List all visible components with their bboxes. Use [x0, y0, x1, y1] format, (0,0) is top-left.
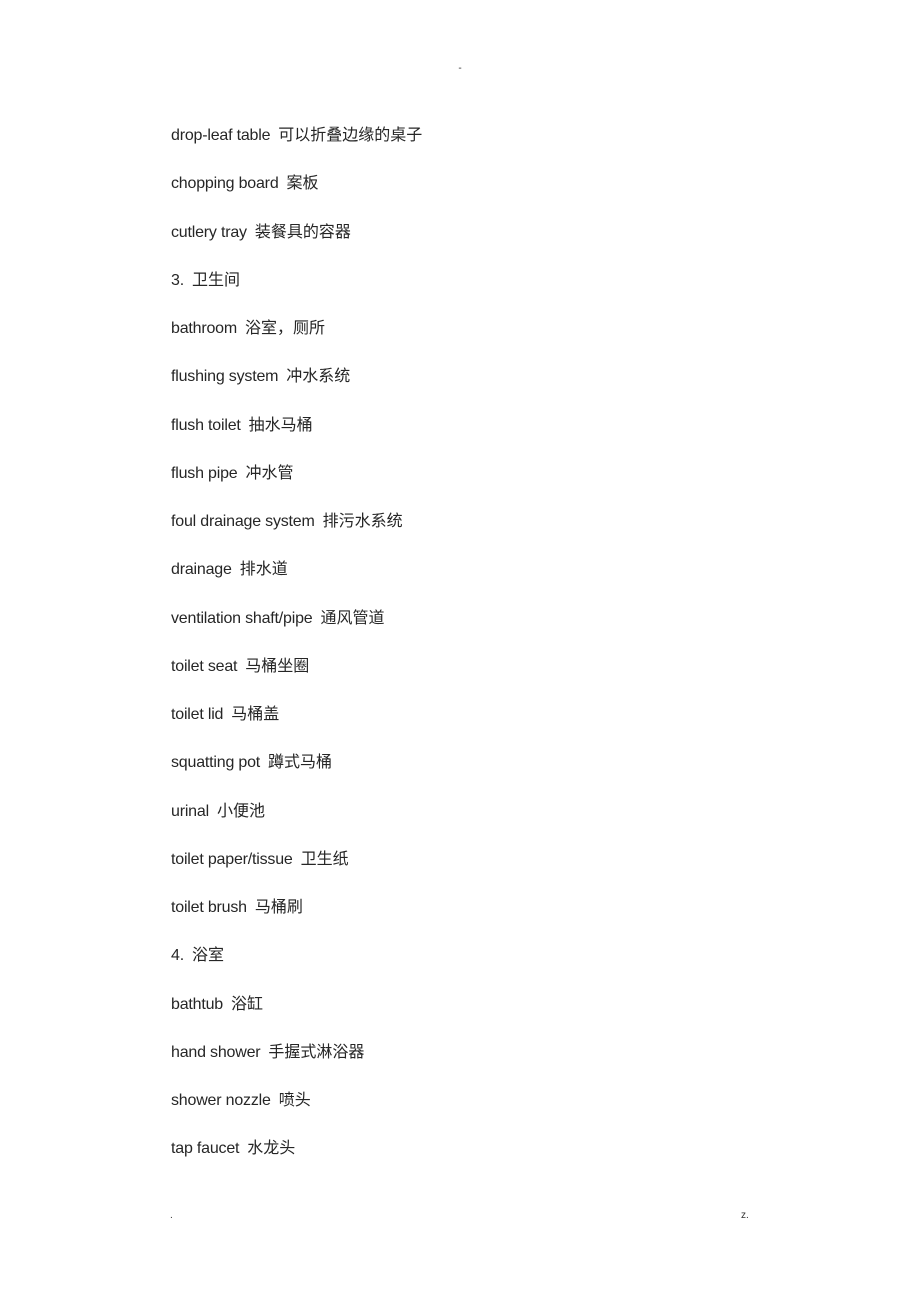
chinese-term: 马桶刷	[254, 899, 303, 916]
chinese-term: 装餐具的容器	[254, 223, 351, 241]
vocab-entry: drop-leaf table 可以折叠边缘的桌子	[171, 124, 771, 172]
english-term: ventilation shaft/pipe	[171, 609, 313, 627]
chinese-term: 案板	[286, 175, 319, 193]
chinese-term: 浴缸	[230, 995, 263, 1013]
english-term: chopping board	[171, 175, 279, 193]
english-term: flush toilet	[171, 416, 241, 434]
chinese-term: 排水道	[239, 561, 288, 579]
english-term: drop-leaf table	[171, 127, 271, 144]
english-term: shower nozzle	[171, 1092, 271, 1109]
english-term: urinal	[171, 802, 209, 820]
vocab-entry: hand shower 手握式淋浴器	[171, 1041, 771, 1089]
chinese-term: 冲水系统	[286, 368, 351, 386]
english-term: flush pipe	[171, 464, 238, 482]
chinese-term: 马桶坐圈	[245, 657, 310, 675]
vocab-entry: toilet seat 马桶坐圈	[171, 655, 771, 703]
chinese-term: 喷头	[278, 1092, 311, 1109]
vocab-entry: toilet paper/tissue 卫生纸	[171, 848, 771, 896]
section-heading: 3. 卫生间	[171, 269, 771, 317]
vocab-entry: toilet lid 马桶盖	[171, 703, 771, 751]
chinese-term: 冲水管	[245, 464, 294, 482]
chinese-term: 小便池	[216, 802, 265, 820]
vocab-entry: flushing system 冲水系统	[171, 365, 771, 413]
english-term: cutlery tray	[171, 223, 247, 241]
vocab-entry: chopping board 案板	[171, 172, 771, 220]
section-title: 卫生间	[191, 271, 240, 289]
chinese-term: 通风管道	[320, 609, 385, 627]
chinese-term: 手握式淋浴器	[268, 1043, 365, 1061]
english-term: toilet paper/tissue	[171, 850, 293, 868]
chinese-term: 抽水马桶	[248, 416, 313, 434]
chinese-term: 卫生纸	[300, 850, 349, 868]
english-term: foul drainage system	[171, 513, 315, 530]
chinese-term: 可以折叠边缘的桌子	[278, 127, 423, 144]
english-term: toilet seat	[171, 657, 238, 675]
chinese-term: 水龙头	[247, 1140, 296, 1158]
vocab-entry: bathroom 浴室，厕所	[171, 317, 771, 365]
chinese-term: 浴室，厕所	[245, 320, 326, 337]
vocab-entry: bathtub 浴缸	[171, 993, 771, 1041]
vocab-entry: ventilation shaft/pipe 通风管道	[171, 607, 771, 655]
vocab-entry: squatting pot 蹲式马桶	[171, 751, 771, 799]
vocab-entry: drainage 排水道	[171, 558, 771, 606]
vocab-entry: flush toilet 抽水马桶	[171, 414, 771, 462]
vocab-entry: flush pipe 冲水管	[171, 462, 771, 510]
english-term: tap faucet	[171, 1140, 240, 1158]
chinese-term: 排污水系统	[322, 513, 403, 530]
vocab-entry: toilet brush 马桶刷	[171, 896, 771, 944]
vocab-entry: shower nozzle 喷头	[171, 1089, 771, 1137]
english-term: drainage	[171, 561, 232, 579]
chinese-term: 马桶盖	[231, 706, 280, 723]
page-footer-left: .	[170, 1210, 173, 1221]
english-term: bathtub	[171, 995, 223, 1013]
section-number: 3.	[171, 271, 184, 289]
english-term: flushing system	[171, 368, 279, 386]
english-term: hand shower	[171, 1043, 261, 1061]
english-term: toilet brush	[171, 899, 247, 916]
section-number: 4.	[171, 947, 184, 965]
vocab-entry: tap faucet 水龙头	[171, 1137, 771, 1185]
english-term: toilet lid	[171, 706, 224, 723]
chinese-term: 蹲式马桶	[268, 754, 333, 772]
vocab-entry: cutlery tray 装餐具的容器	[171, 221, 771, 269]
vocab-entry: urinal 小便池	[171, 800, 771, 848]
english-term: squatting pot	[171, 754, 261, 772]
vocabulary-list: drop-leaf table 可以折叠边缘的桌子 chopping board 案…	[171, 124, 771, 1186]
section-heading: 4. 浴室	[171, 944, 771, 992]
section-title: 浴室	[191, 947, 224, 965]
vocab-entry: foul drainage system 排污水系统	[171, 510, 771, 558]
page-footer-right: z.	[741, 1210, 749, 1221]
english-term: bathroom	[171, 320, 237, 337]
page-header-mark: -	[458, 63, 462, 74]
